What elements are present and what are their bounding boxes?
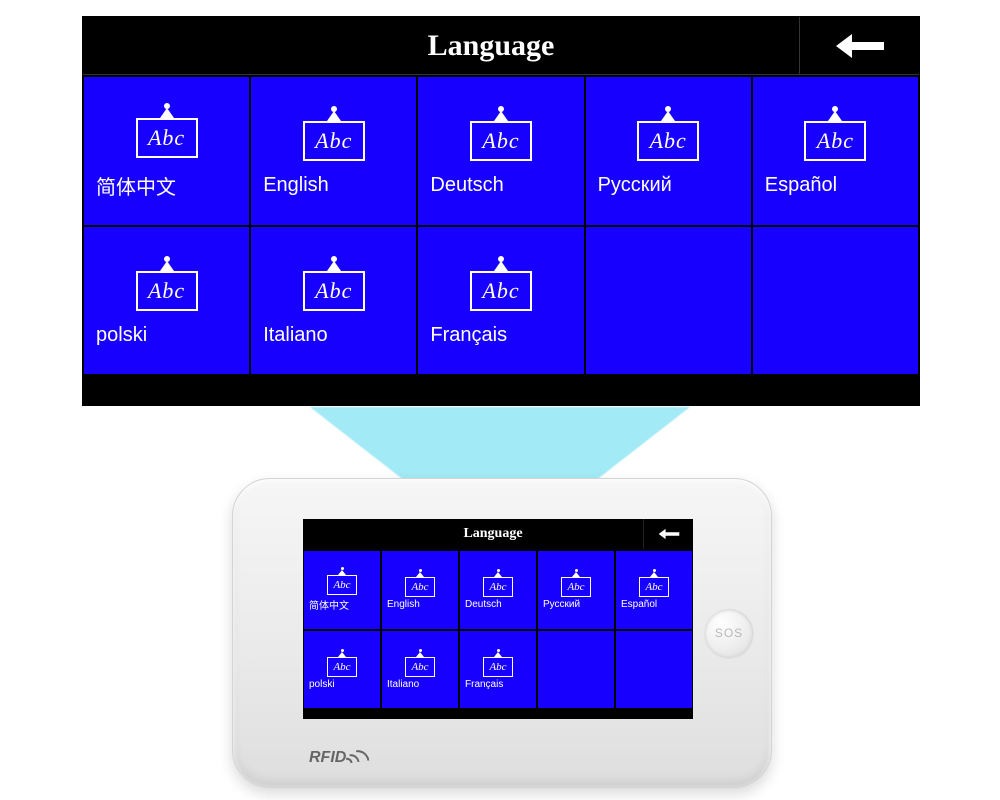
rfid-waves-icon — [347, 748, 370, 769]
back-arrow-icon — [658, 528, 680, 540]
lang-label: Italiano — [255, 324, 328, 347]
lang-label: 简体中文 — [88, 171, 176, 200]
lang-label: polski — [306, 679, 335, 690]
abc-icon: Abc — [483, 569, 513, 597]
lang-label: English — [255, 174, 329, 197]
rfid-label: RFID — [309, 749, 369, 767]
device-lang-cell-empty — [615, 630, 693, 710]
abc-icon: Abc — [327, 649, 357, 677]
lang-label: polski — [88, 324, 147, 347]
lang-label: Русский — [540, 599, 580, 610]
lang-label: Español — [618, 599, 657, 610]
lang-label: Français — [462, 679, 503, 690]
abc-icon: Abc — [303, 256, 365, 316]
lang-cell-empty — [585, 226, 752, 376]
lang-cell-polish[interactable]: Abc polski — [83, 226, 250, 376]
device-lang-cell-russian[interactable]: Abc Русский — [537, 550, 615, 630]
page-title: Language — [83, 29, 799, 63]
alarm-device: Language Abc 简体中文 Abc English — [232, 478, 772, 788]
lang-cell-spanish[interactable]: Abc Español — [752, 76, 919, 226]
device-lang-cell-italian[interactable]: Abc Italiano — [381, 630, 459, 710]
lang-label: 简体中文 — [306, 597, 349, 612]
lang-label: Deutsch — [422, 174, 503, 197]
lang-label: Русский — [590, 174, 672, 197]
abc-icon: Abc — [483, 649, 513, 677]
device-lang-cell-polish[interactable]: Abc polski — [303, 630, 381, 710]
device-back-button[interactable] — [643, 519, 693, 549]
language-grid: Abc 简体中文 Abc English Abc Deutsch Abc Рус… — [83, 75, 919, 375]
device-screen: Language Abc 简体中文 Abc English — [303, 519, 693, 719]
rfid-text: RFID — [309, 749, 346, 767]
abc-icon: Abc — [136, 103, 198, 163]
abc-icon: Abc — [405, 649, 435, 677]
titlebar: Language — [83, 17, 919, 75]
lang-cell-chinese[interactable]: Abc 简体中文 — [83, 76, 250, 226]
abc-icon: Abc — [561, 569, 591, 597]
screen-footer — [83, 375, 919, 405]
back-arrow-icon — [836, 32, 884, 60]
language-screen-enlarged: Language Abc 简体中文 Abc English Abc — [82, 16, 920, 406]
device-lang-cell-deutsch[interactable]: Abc Deutsch — [459, 550, 537, 630]
lang-cell-italian[interactable]: Abc Italiano — [250, 226, 417, 376]
lang-cell-deutsch[interactable]: Abc Deutsch — [417, 76, 584, 226]
abc-icon: Abc — [136, 256, 198, 316]
lang-label: Deutsch — [462, 599, 502, 610]
abc-icon: Abc — [804, 106, 866, 166]
abc-icon: Abc — [327, 567, 357, 595]
device-lang-cell-french[interactable]: Abc Français — [459, 630, 537, 710]
lang-cell-russian[interactable]: Abc Русский — [585, 76, 752, 226]
device-page-title: Language — [303, 526, 643, 542]
lang-label: Español — [757, 174, 837, 197]
abc-icon: Abc — [637, 106, 699, 166]
device-lang-cell-spanish[interactable]: Abc Español — [615, 550, 693, 630]
lang-cell-english[interactable]: Abc English — [250, 76, 417, 226]
back-button[interactable] — [799, 17, 919, 74]
device-language-grid: Abc 简体中文 Abc English Abc Deutsch Abc — [303, 549, 693, 709]
device-screen-footer — [303, 709, 693, 719]
lang-label: Italiano — [384, 679, 419, 690]
abc-icon: Abc — [303, 106, 365, 166]
abc-icon: Abc — [470, 256, 532, 316]
device-titlebar: Language — [303, 519, 693, 549]
lang-label: Français — [422, 324, 507, 347]
sos-button[interactable]: SOS — [705, 609, 753, 657]
lang-label: English — [384, 599, 420, 610]
device-lang-cell-english[interactable]: Abc English — [381, 550, 459, 630]
device-lang-cell-chinese[interactable]: Abc 简体中文 — [303, 550, 381, 630]
abc-icon: Abc — [639, 569, 669, 597]
abc-icon: Abc — [405, 569, 435, 597]
lang-cell-french[interactable]: Abc Français — [417, 226, 584, 376]
abc-icon: Abc — [470, 106, 532, 166]
lang-cell-empty — [752, 226, 919, 376]
device-lang-cell-empty — [537, 630, 615, 710]
